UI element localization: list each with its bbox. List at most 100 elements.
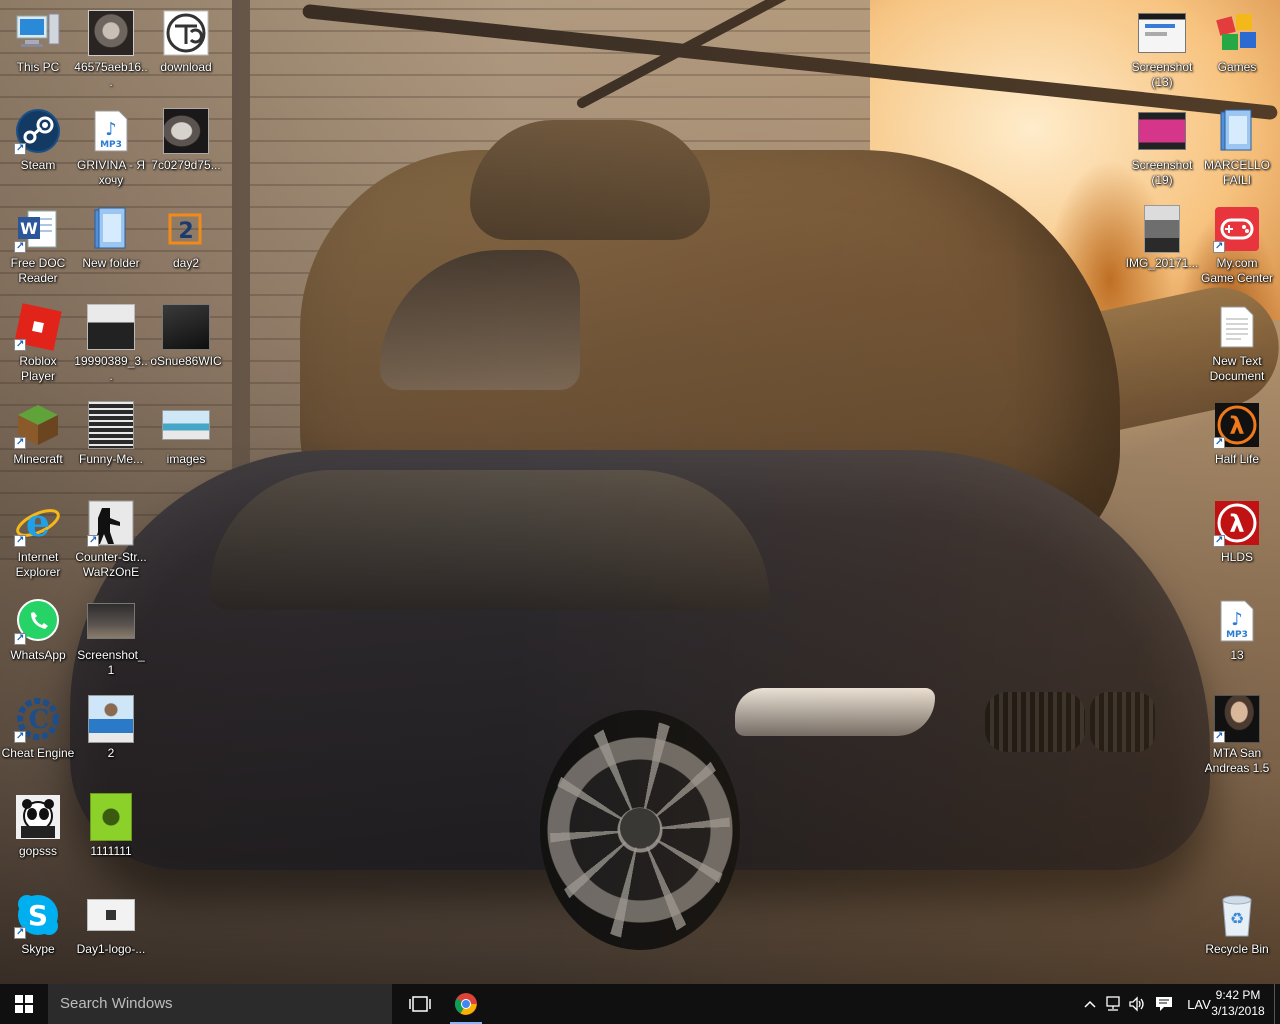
cheat-engine-icon: C [14, 695, 62, 744]
desktop-icon-hlds[interactable]: λ HLDS [1199, 494, 1275, 586]
image-thumbnail-icon [87, 401, 135, 449]
icon-label: Counter-Str... WaRzOnE [75, 550, 147, 579]
wallpaper-car-hub [620, 808, 660, 848]
icon-label: GRIVINA - Я хочу [76, 158, 145, 187]
desktop-icon-mycom-game-center[interactable]: My.com Game Center [1199, 200, 1275, 292]
desktop-icon-new-text-document[interactable]: New Text Document [1199, 298, 1275, 390]
desktop-icon-new-folder[interactable]: New folder [73, 200, 149, 292]
show-hidden-icons-button[interactable] [1080, 984, 1100, 1024]
skype-icon: S [14, 891, 62, 940]
svg-text:MP3: MP3 [100, 140, 122, 150]
search-input[interactable]: Search Windows [48, 984, 392, 1024]
shortcut-arrow-icon [14, 435, 26, 450]
icon-label: Recycle Bin [1205, 942, 1269, 956]
half-life-icon: λ [1213, 499, 1261, 548]
icon-label: gopsss [18, 844, 58, 858]
desktop-icon-this-pc[interactable]: This PC [0, 4, 76, 96]
desktop-icon-2[interactable]: 2 [73, 690, 149, 782]
games-icon [1213, 9, 1261, 57]
desktop-icon-steam[interactable]: Steam [0, 102, 76, 194]
mta-san-andreas-icon [1213, 695, 1261, 744]
desktop-icon-mta-san-andreas[interactable]: MTA San Andreas 1.5 [1199, 690, 1275, 782]
taskbar-chrome-button[interactable] [446, 984, 486, 1024]
desktop-icon-images[interactable]: images [148, 396, 224, 488]
desktop-icon-19990389[interactable]: 19990389_3... [73, 298, 149, 390]
desktop-icon-roblox-player[interactable]: Roblox Player [0, 298, 76, 390]
svg-text:♪: ♪ [1231, 609, 1243, 630]
show-desktop-button[interactable] [1274, 984, 1280, 1024]
image-thumbnail-icon [87, 303, 135, 351]
volume-button[interactable] [1126, 984, 1148, 1024]
desktop-icon-screenshot-19[interactable]: Screenshot (19) [1124, 102, 1200, 194]
task-view-button[interactable] [400, 984, 440, 1024]
icon-label: Screenshot_1 [77, 648, 145, 677]
image-thumbnail-icon [1138, 107, 1186, 155]
desktop-icon-1111111[interactable]: 1111111 [73, 788, 149, 880]
desktop-icon-recycle-bin[interactable]: ♻ Recycle Bin [1199, 886, 1275, 978]
shortcut-arrow-icon [14, 337, 26, 352]
icon-label: 1111111 [90, 844, 132, 858]
clock-button[interactable]: 9:42 PM 3/13/2018 [1206, 987, 1270, 1019]
icon-label: Half Life [1214, 452, 1260, 466]
computer-icon [14, 9, 62, 57]
word-document-icon: W [14, 205, 62, 254]
start-button[interactable] [0, 984, 48, 1024]
desktop-icon-half-life[interactable]: λ Half Life [1199, 396, 1275, 488]
desktop-icon-minecraft[interactable]: Minecraft [0, 396, 76, 488]
svg-text:λ: λ [1229, 412, 1244, 440]
icon-label: MARCELLO FAILI [1203, 158, 1271, 187]
action-center-icon [1156, 997, 1172, 1011]
chrome-icon [455, 993, 477, 1015]
icon-label: 46575aeb16... [74, 60, 148, 89]
desktop-icon-grivina-mp3[interactable]: ♪ MP3 GRIVINA - Я хочу [73, 102, 149, 194]
network-icon [1106, 996, 1120, 1011]
icon-label: Day1-logo-... [76, 942, 146, 956]
desktop-icon-img-20171[interactable]: IMG_20171... [1124, 200, 1200, 292]
icon-label: Games [1217, 60, 1257, 74]
desktop-icon-internet-explorer[interactable]: e Internet Explorer [0, 494, 76, 586]
icon-label: MTA San Andreas 1.5 [1204, 746, 1270, 775]
mp3-file-icon: ♪ MP3 [1213, 597, 1261, 645]
network-button[interactable] [1102, 984, 1124, 1024]
desktop-icon-day2[interactable]: 2 day2 [148, 200, 224, 292]
icon-label: images [166, 452, 206, 466]
icon-label: HLDS [1220, 550, 1253, 564]
desktop-icon-download[interactable]: download [148, 4, 224, 96]
shortcut-arrow-icon [14, 925, 26, 940]
desktop-icon-screenshot-1[interactable]: Screenshot_1 [73, 592, 149, 684]
desktop-icon-skype[interactable]: S Skype [0, 886, 76, 978]
desktop-icon-free-doc-reader[interactable]: W Free DOC Reader [0, 200, 76, 292]
desktop-icon-7c0279d75[interactable]: 7c0279d75... [148, 102, 224, 194]
desktop-icon-osnue86wic[interactable]: oSnue86WIC [148, 298, 224, 390]
desktop-icon-whatsapp[interactable]: WhatsApp [0, 592, 76, 684]
shortcut-arrow-icon [1213, 239, 1225, 254]
desktop-icon-cheat-engine[interactable]: C Cheat Engine [0, 690, 76, 782]
desktop-icon-counter-strike[interactable]: Counter-Str... WaRzOnE [73, 494, 149, 586]
shortcut-arrow-icon [87, 533, 99, 548]
shortcut-arrow-icon [14, 729, 26, 744]
svg-text:♻: ♻ [1230, 909, 1244, 928]
icon-label: Free DOC Reader [10, 256, 66, 285]
desktop-icon-screenshot-13[interactable]: Screenshot (13) [1124, 4, 1200, 96]
action-center-button[interactable] [1152, 984, 1176, 1024]
svg-text:λ: λ [1229, 510, 1244, 538]
image-thumbnail-icon [87, 793, 135, 841]
icon-label: Screenshot (13) [1131, 60, 1193, 89]
icon-label: Funny-Me... [78, 452, 144, 466]
icon-label: New Text Document [1209, 354, 1265, 383]
desktop-icon-funny-me[interactable]: Funny-Me... [73, 396, 149, 488]
desktop-icon-marcello-faili[interactable]: MARCELLO FAILI [1199, 102, 1275, 194]
image-thumbnail-icon [162, 401, 210, 449]
desktop-icon-games[interactable]: Games [1199, 4, 1275, 96]
desktop-icon-gopsss[interactable]: gopsss [0, 788, 76, 880]
desktop-icon-46575aeb16[interactable]: 46575aeb16... [73, 4, 149, 96]
image-thumbnail-icon [87, 695, 135, 743]
taskbar: Search Windows LAV 9:42 PM 3/13/2018 [0, 984, 1280, 1024]
desktop-icon-13-mp3[interactable]: ♪ MP3 13 [1199, 592, 1275, 684]
icon-label: download [160, 60, 212, 74]
windows-logo-icon [15, 995, 33, 1013]
icon-label: 19990389_3... [74, 354, 148, 383]
chevron-up-icon [1084, 1000, 1096, 1008]
desktop-icon-day1-logo[interactable]: Day1-logo-... [73, 886, 149, 978]
image-thumbnail-icon [14, 793, 62, 841]
